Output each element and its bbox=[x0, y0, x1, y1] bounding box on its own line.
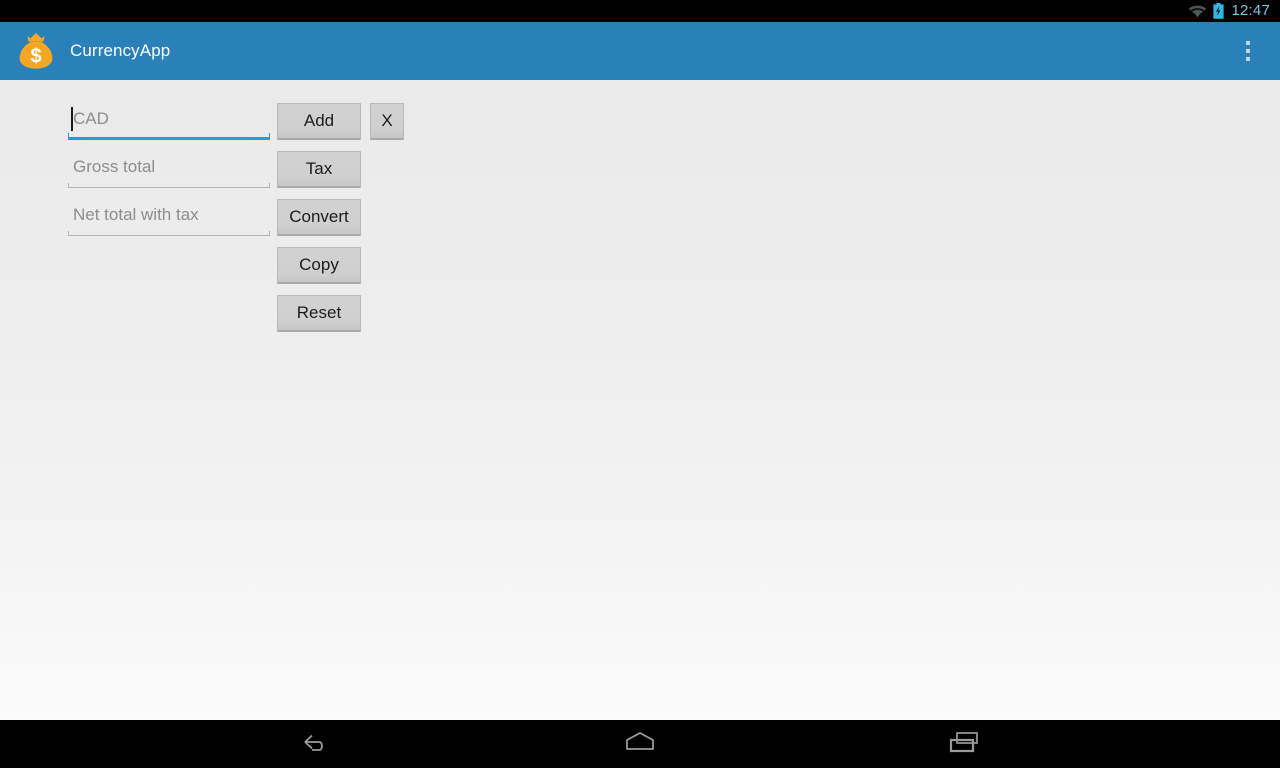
overflow-dot-1 bbox=[1246, 41, 1250, 45]
input-fields-column: CAD Gross total Net total with tax bbox=[68, 103, 270, 247]
add-row: Add X bbox=[277, 103, 404, 140]
app-title: CurrencyApp bbox=[70, 41, 171, 60]
overflow-dot-2 bbox=[1246, 49, 1250, 53]
net-total-with-tax-placeholder: Net total with tax bbox=[73, 205, 199, 224]
tax-button[interactable]: Tax bbox=[277, 151, 361, 188]
net-total-with-tax-input[interactable]: Net total with tax bbox=[68, 199, 270, 236]
currency-amount-input[interactable]: CAD bbox=[68, 103, 270, 140]
currency-amount-underline bbox=[68, 133, 270, 140]
convert-row: Convert bbox=[277, 199, 404, 236]
currency-amount-placeholder: CAD bbox=[73, 109, 109, 128]
status-bar-clock: 12:47 bbox=[1231, 2, 1270, 19]
net-total-with-tax-underline bbox=[68, 231, 270, 236]
back-button[interactable] bbox=[230, 720, 400, 768]
action-buttons-column: Add X Tax Convert Copy Reset bbox=[277, 103, 404, 343]
currency-form: CAD Gross total Net total with tax Add X bbox=[68, 103, 404, 343]
home-icon bbox=[620, 729, 660, 760]
reset-row: Reset bbox=[277, 295, 404, 332]
svg-text:$: $ bbox=[30, 46, 41, 68]
android-device-screen: 12:47 $ CurrencyApp CAD Gross total Net … bbox=[0, 0, 1280, 768]
money-bag-icon: $ bbox=[0, 29, 58, 73]
back-icon bbox=[298, 730, 332, 759]
battery-charging-icon bbox=[1213, 3, 1225, 19]
wifi-icon bbox=[1189, 5, 1207, 18]
gross-total-input[interactable]: Gross total bbox=[68, 151, 270, 188]
nav-spacer-right bbox=[725, 720, 880, 768]
navigation-bar bbox=[0, 720, 1280, 768]
add-button[interactable]: Add bbox=[277, 103, 361, 140]
overflow-menu-icon[interactable] bbox=[1236, 35, 1260, 67]
gross-total-underline bbox=[68, 183, 270, 188]
app-content-area: CAD Gross total Net total with tax Add X bbox=[0, 80, 1280, 720]
convert-button[interactable]: Convert bbox=[277, 199, 361, 236]
reset-button[interactable]: Reset bbox=[277, 295, 361, 332]
action-bar: $ CurrencyApp bbox=[0, 22, 1280, 80]
tax-row: Tax bbox=[277, 151, 404, 188]
clear-button[interactable]: X bbox=[370, 103, 404, 140]
status-bar-right-cluster: 12:47 bbox=[1189, 0, 1270, 22]
gross-total-placeholder: Gross total bbox=[73, 157, 156, 176]
overflow-dot-3 bbox=[1246, 57, 1250, 61]
recents-icon bbox=[947, 729, 983, 760]
copy-button[interactable]: Copy bbox=[277, 247, 361, 284]
nav-spacer-left bbox=[400, 720, 555, 768]
status-bar: 12:47 bbox=[0, 0, 1280, 22]
copy-row: Copy bbox=[277, 247, 404, 284]
home-button[interactable] bbox=[555, 720, 725, 768]
recents-button[interactable] bbox=[880, 720, 1050, 768]
